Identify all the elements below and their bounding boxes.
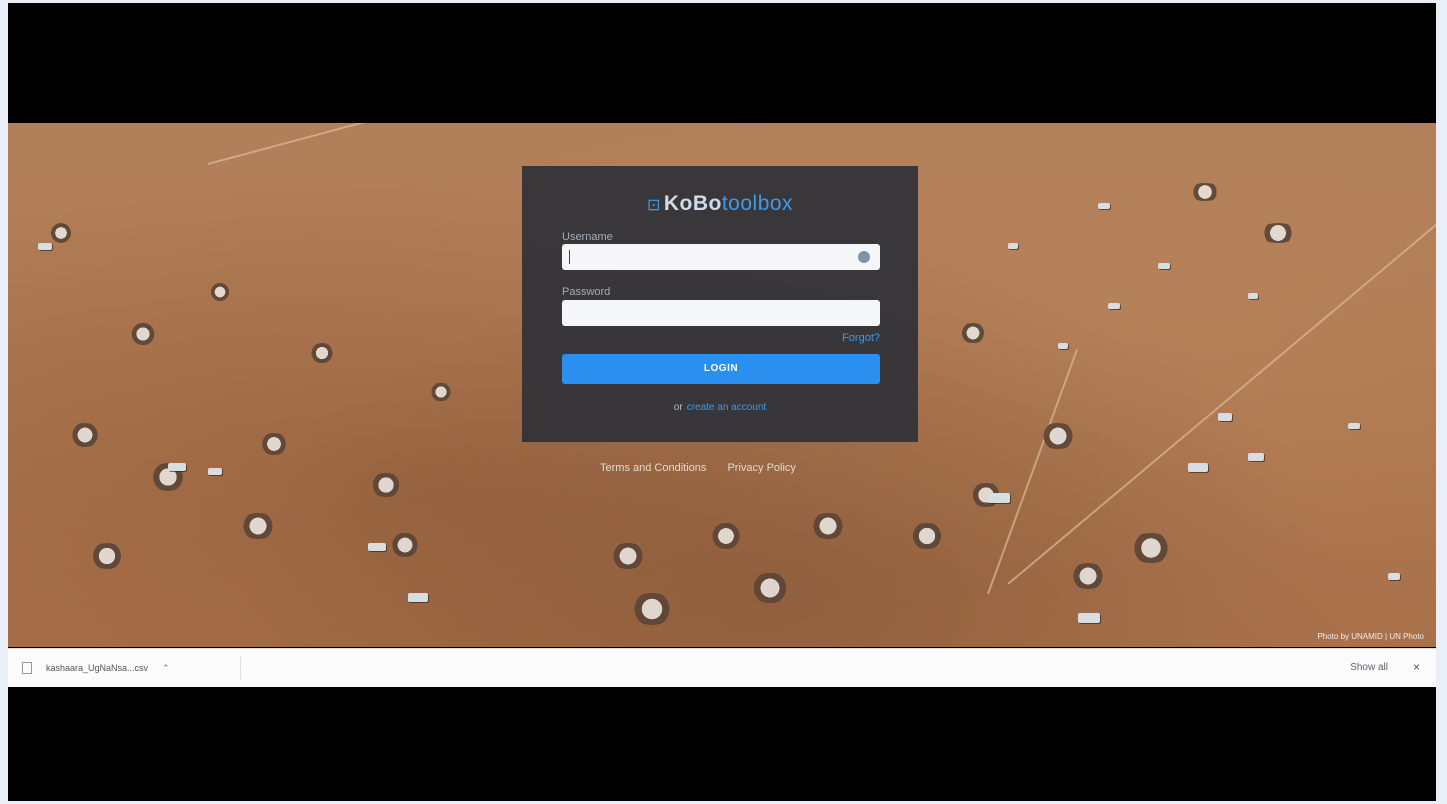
terms-link[interactable]: Terms and Conditions [600,462,706,474]
download-item[interactable]: kashaara_UgNaNsa...csv ⌃ [22,659,170,677]
create-account-link[interactable]: create an account [687,402,767,413]
or-label: or [673,402,683,413]
chevron-up-icon[interactable]: ⌃ [162,663,170,674]
divider [240,657,241,679]
download-bar: kashaara_UgNaNsa...csv ⌃ Show all × [8,648,1436,687]
login-button[interactable]: LOGIN [562,354,880,384]
kobotoolbox-logo: ⊡ KoBotoolbox [522,192,918,216]
file-icon [22,662,32,674]
forgot-password-link[interactable]: Forgot? [842,332,880,344]
logo-toolbox-text: toolbox [721,192,794,215]
create-account-row: or create an account [522,402,918,413]
photo-credit: Photo by UNAMID | UN Photo [1317,632,1424,641]
close-icon[interactable]: × [1413,660,1420,674]
privacy-link[interactable]: Privacy Policy [727,462,795,474]
login-panel: ⊡ KoBotoolbox Username Password Forgot? L… [522,166,918,442]
logo-kobo-text: KoBo [663,192,722,215]
logo-box-icon: ⊡ [646,197,661,214]
password-label: Password [562,286,611,298]
text-caret [569,250,570,264]
footer-links: Terms and Conditions Privacy Policy [600,462,814,474]
username-input[interactable] [562,244,880,270]
username-label: Username [562,231,613,243]
password-input[interactable] [562,300,880,326]
show-all-button[interactable]: Show all [1350,662,1388,673]
autofill-key-icon[interactable] [858,251,870,263]
download-file-name: kashaara_UgNaNsa...csv [46,663,149,673]
